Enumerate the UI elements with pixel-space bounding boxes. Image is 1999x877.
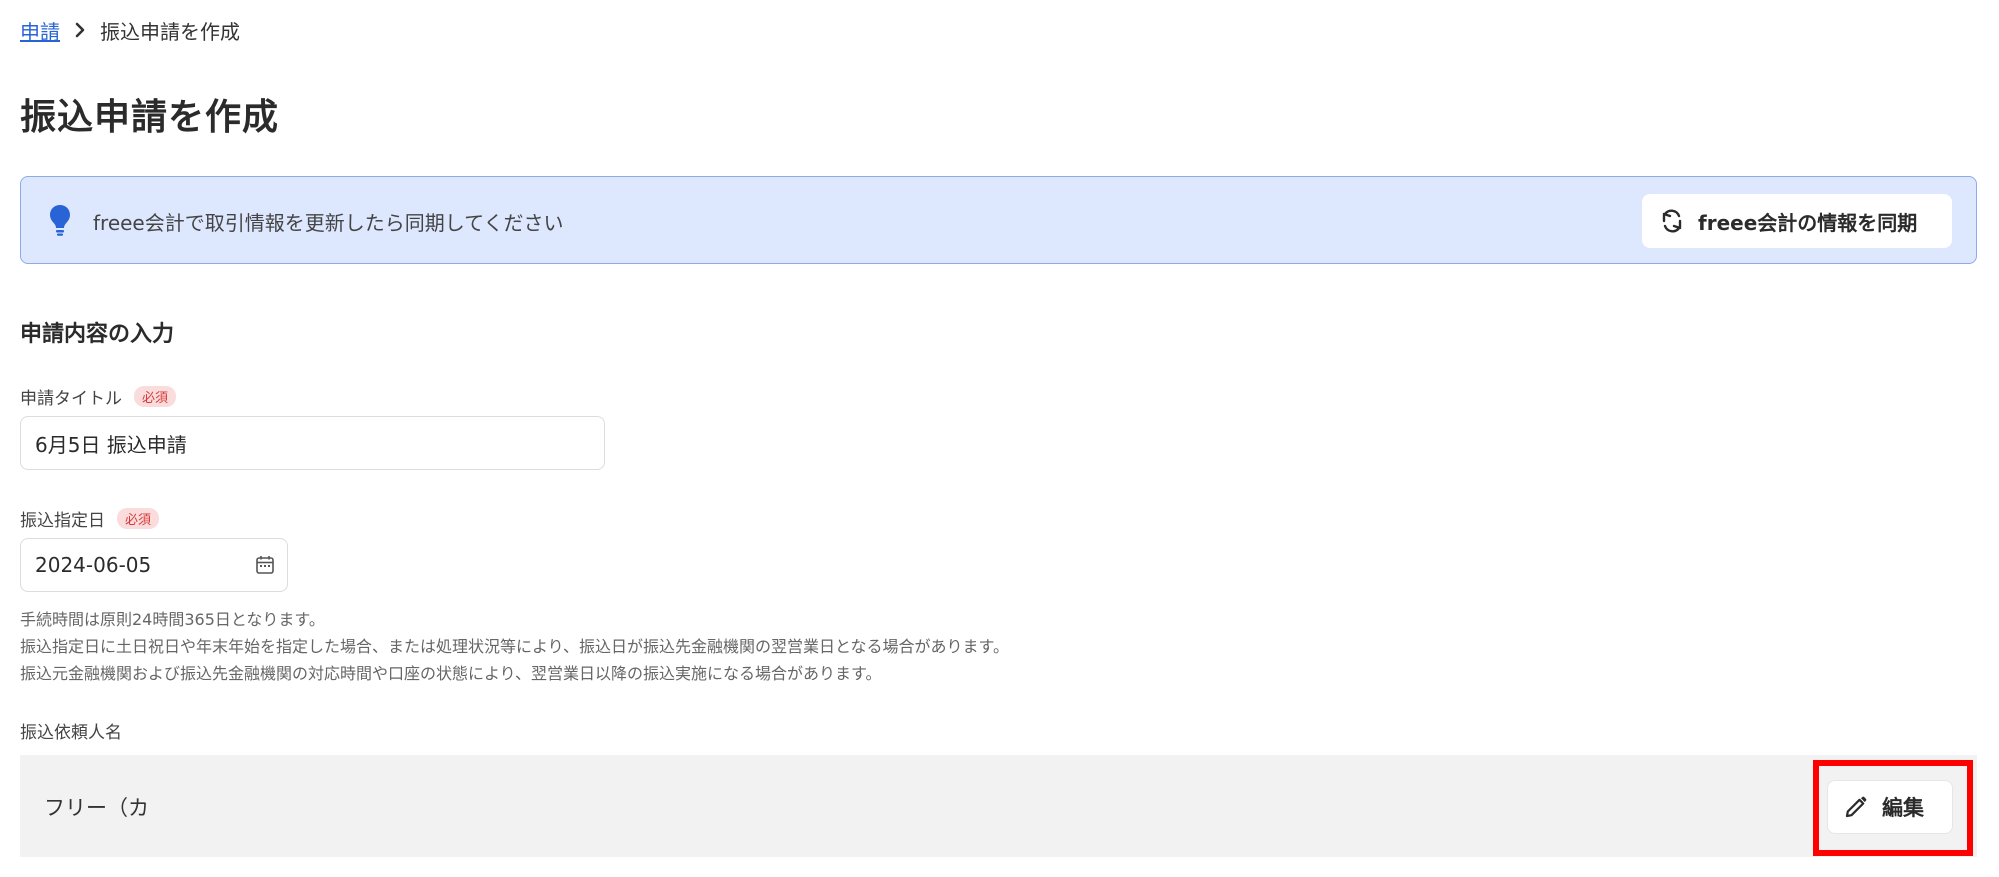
edit-requester-button[interactable]: 編集 xyxy=(1827,780,1953,834)
breadcrumb: 申請 振込申請を作成 xyxy=(20,16,240,45)
requester-name-value: フリー（カ xyxy=(44,796,149,820)
date-label-text: 振込指定日 xyxy=(20,511,105,531)
title-field-label: 申請タイトル 必須 xyxy=(20,384,177,409)
transfer-date-input[interactable]: 2024-06-05 xyxy=(20,538,288,592)
requester-name-box: フリー（カ xyxy=(20,755,1977,857)
sync-info-banner: freee会計で取引情報を更新したら同期してください freee会計の情報を同期 xyxy=(20,176,1977,264)
date-field-label: 振込指定日 必須 xyxy=(20,506,160,531)
title-input-value: 6月5日 振込申請 xyxy=(35,432,187,457)
breadcrumb-current: 振込申請を作成 xyxy=(100,20,240,44)
required-badge: 必須 xyxy=(117,508,160,529)
chevron-right-icon xyxy=(74,19,86,43)
help-line: 振込指定日に土日祝日や年末年始を指定した場合、または処理状況等により、振込日が振… xyxy=(20,637,1009,656)
date-input-value: 2024-06-05 xyxy=(35,553,152,577)
pencil-icon xyxy=(1844,795,1868,819)
calendar-icon[interactable] xyxy=(255,555,275,580)
sync-freee-button[interactable]: freee会計の情報を同期 xyxy=(1642,194,1952,248)
banner-message: freee会計で取引情報を更新したら同期してください xyxy=(93,211,564,235)
page-title: 振込申請を作成 xyxy=(20,97,280,138)
requester-label: 振込依頼人名 xyxy=(20,723,122,743)
sync-icon xyxy=(1660,208,1684,234)
title-input[interactable]: 6月5日 振込申請 xyxy=(20,416,605,470)
title-label-text: 申請タイトル xyxy=(20,389,122,409)
section-title: 申請内容の入力 xyxy=(20,322,175,347)
help-line: 手続時間は原則24時間365日となります。 xyxy=(20,610,325,629)
required-badge: 必須 xyxy=(134,386,177,407)
lightbulb-icon xyxy=(49,204,71,240)
date-help-text: 手続時間は原則24時間365日となります。 振込指定日に土日祝日や年末年始を指定… xyxy=(20,606,1009,687)
help-line: 振込元金融機関および振込先金融機関の対応時間や口座の状態により、翌営業日以降の振… xyxy=(20,664,882,683)
sync-button-label: freee会計の情報を同期 xyxy=(1698,210,1918,235)
breadcrumb-link-application[interactable]: 申請 xyxy=(20,16,60,45)
edit-button-label: 編集 xyxy=(1882,796,1924,820)
